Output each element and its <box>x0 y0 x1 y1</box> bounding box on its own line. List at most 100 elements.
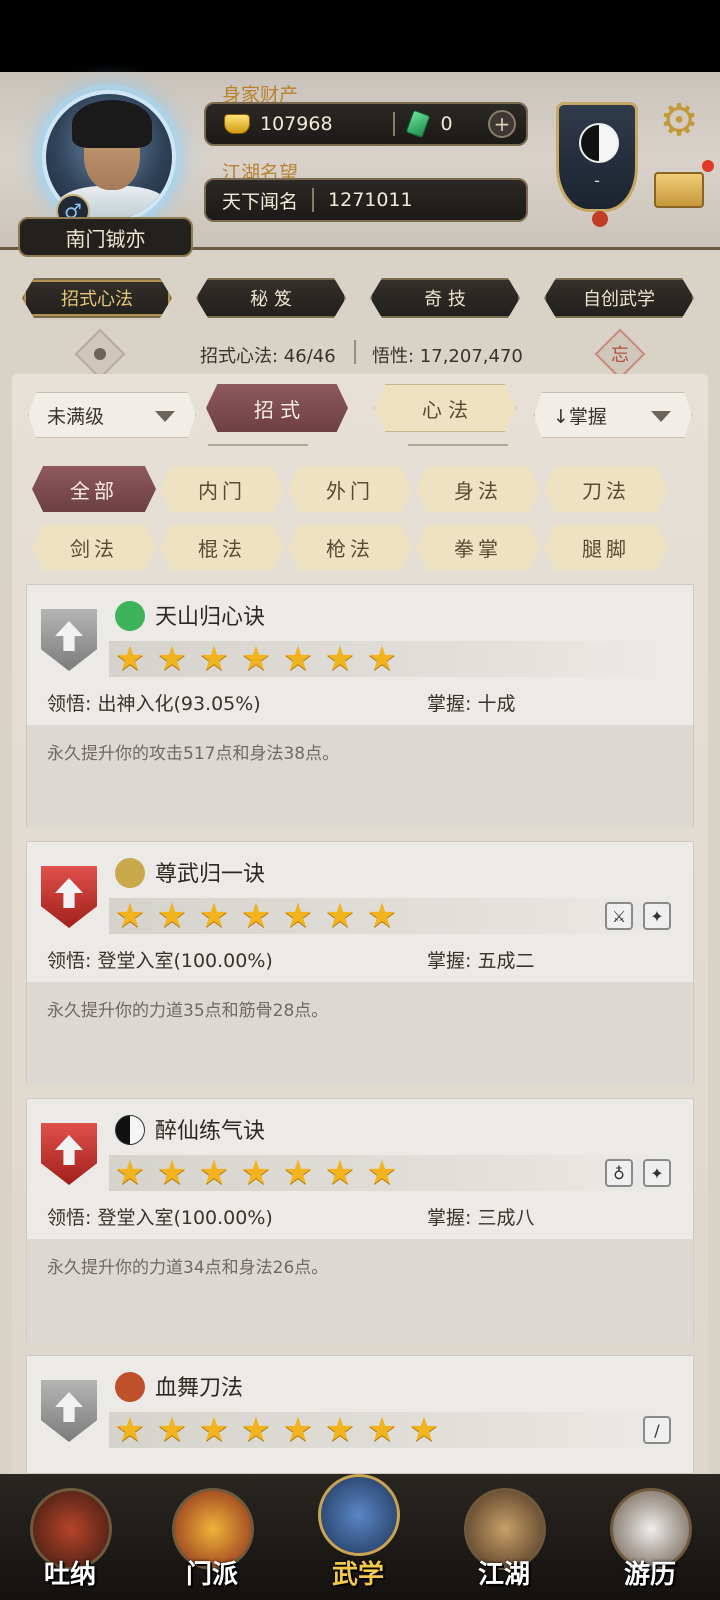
nav-sect[interactable]: 门派 <box>166 1488 258 1592</box>
level-filter-value: 未满级 <box>47 405 105 428</box>
star-icon: ★ <box>324 639 356 679</box>
category-sword[interactable]: 剑法 <box>32 524 156 570</box>
star-icon: ★ <box>282 1153 314 1193</box>
star-icon: ★ <box>156 1153 188 1193</box>
star-icon: ★ <box>282 896 314 936</box>
add-currency-button[interactable]: + <box>488 110 516 138</box>
skill-card[interactable]: 尊武归一诀 ★ ★ ★ ★ ★ ★ ★ ⚔ ✦ 领悟: 登堂入室(100.00%) 掌握: … <box>26 841 694 1086</box>
yin-yang-icon <box>115 1115 145 1145</box>
star-icon: ★ <box>282 639 314 679</box>
jade-icon <box>404 109 431 139</box>
level-filter-dropdown[interactable]: 未满级 <box>28 392 196 438</box>
mode-mind-button[interactable]: 心 法 <box>374 384 516 432</box>
nav-label: 游历 <box>623 1560 676 1590</box>
skill-name: 尊武归一诀 <box>155 862 266 887</box>
chevron-down-icon <box>155 411 175 422</box>
wealth-bar: 107968 0 + <box>204 102 528 146</box>
gold-ingot-icon <box>224 114 250 134</box>
tab-moves-mind[interactable]: 招式心法 <box>22 278 172 318</box>
nav-martial-arts[interactable]: 武学 <box>312 1474 404 1590</box>
eye-toggle-icon[interactable] <box>74 328 126 380</box>
skills-panel: 未满级 招 式 心 法 ↓掌握 全部 内门 外门 身法 刀法 剑法 棍法 枪法 … <box>12 374 708 1474</box>
comprehension-text: 领悟: 登堂入室(100.00%) <box>47 950 273 972</box>
star-icon: ★ <box>324 1153 356 1193</box>
category-blade[interactable]: 刀法 <box>544 466 668 512</box>
mail-icon[interactable] <box>654 172 704 208</box>
category-staff[interactable]: 棍法 <box>160 524 284 570</box>
star-icon: ★ <box>114 1410 146 1450</box>
star-icon: ★ <box>240 1410 272 1450</box>
martial-pose-icon: ⚔ <box>605 902 633 930</box>
star-icon: ★ <box>366 896 398 936</box>
star-icon: ★ <box>114 896 146 936</box>
star-icon: ★ <box>324 896 356 936</box>
nav-jianghu[interactable]: 江湖 <box>458 1488 550 1592</box>
star-icon: ★ <box>156 1410 188 1450</box>
status-bar <box>0 0 720 72</box>
nav-label: 门派 <box>185 1560 238 1590</box>
yin-yang-icon <box>579 123 619 163</box>
skill-type-icon <box>115 858 145 888</box>
star-icon: ★ <box>114 1153 146 1193</box>
mastery-text: 掌握: 十成 <box>427 693 516 715</box>
category-outer[interactable]: 外门 <box>288 466 412 512</box>
bottom-nav: 吐纳 门派 武学 江湖 游历 <box>0 1474 720 1600</box>
divider <box>392 112 395 136</box>
stats-row: 招式心法: 46/46 悟性: 17,207,470 忘 <box>0 328 720 380</box>
fame-value: 1271011 <box>328 189 413 211</box>
portrait-frame[interactable]: ♂ <box>18 84 196 234</box>
nav-travel[interactable]: 游历 <box>604 1488 696 1592</box>
notification-dot <box>702 160 714 172</box>
skill-name: 血舞刀法 <box>155 1376 244 1401</box>
tab-secret-manual[interactable]: 秘 笈 <box>196 278 346 318</box>
skill-description: 永久提升你的力道35点和筋骨28点。 <box>47 1001 329 1021</box>
sort-dropdown[interactable]: ↓掌握 <box>534 392 692 438</box>
player-header: ♂ 南门铖亦 身家财产 107968 0 + 江湖名望 天下闻名 1271011… <box>0 72 720 257</box>
star-icon: ★ <box>324 1410 356 1450</box>
star-icon: ★ <box>366 1153 398 1193</box>
skill-card[interactable]: 血舞刀法 ★ ★ ★ ★ ★ ★ ★ ★ / <box>26 1355 694 1474</box>
kick-pose-icon: ✦ <box>643 902 671 930</box>
star-icon: ★ <box>240 1153 272 1193</box>
category-inner[interactable]: 内门 <box>160 466 284 512</box>
divider <box>208 444 308 446</box>
skill-name: 醉仙练气诀 <box>155 1119 266 1144</box>
star-icon: ★ <box>282 1410 314 1450</box>
tab-special-skills[interactable]: 奇 技 <box>370 278 520 318</box>
blade-icon: / <box>643 1416 671 1444</box>
star-icon: ★ <box>198 1153 230 1193</box>
star-icon: ★ <box>198 639 230 679</box>
forget-button[interactable]: 忘 <box>594 328 646 380</box>
tab-custom-martial[interactable]: 自创武学 <box>544 278 694 318</box>
settings-gear-icon[interactable]: ⚙ <box>654 96 704 146</box>
skill-description: 永久提升你的力道34点和身法26点。 <box>47 1258 329 1278</box>
category-leg[interactable]: 腿脚 <box>544 524 668 570</box>
star-icon: ★ <box>198 896 230 936</box>
insight-value: 悟性: 17,207,470 <box>372 346 523 367</box>
nav-meditate[interactable]: 吐纳 <box>24 1488 116 1592</box>
rank-shield-icon <box>41 866 97 928</box>
star-rating: ★ ★ ★ ★ ★ ★ ★ <box>109 641 669 677</box>
skill-card[interactable]: 醉仙练气诀 ★ ★ ★ ★ ★ ★ ★ ♁ ✦ 领悟: 登堂入室(100.00%) 掌握: … <box>26 1098 694 1343</box>
sect-emblem[interactable]: - <box>556 102 638 227</box>
player-name: 南门铖亦 <box>18 217 193 257</box>
skill-name: 天山归心诀 <box>155 605 266 630</box>
category-fist[interactable]: 拳掌 <box>416 524 540 570</box>
star-icon: ★ <box>156 639 188 679</box>
tassel-icon <box>592 211 608 227</box>
skill-type-icon <box>115 601 145 631</box>
star-rating: ★ ★ ★ ★ ★ ★ ★ ★ <box>109 1412 669 1448</box>
category-all[interactable]: 全部 <box>32 466 156 512</box>
category-spear[interactable]: 枪法 <box>288 524 412 570</box>
star-rating: ★ ★ ★ ★ ★ ★ ★ <box>109 1155 669 1191</box>
moves-count: 招式心法: 46/46 <box>200 346 336 367</box>
rank-shield-icon <box>41 609 97 671</box>
top-tabs: 招式心法 秘 笈 奇 技 自创武学 <box>0 270 720 320</box>
nav-label: 江湖 <box>477 1560 530 1590</box>
category-movement[interactable]: 身法 <box>416 466 540 512</box>
star-rating: ★ ★ ★ ★ ★ ★ ★ <box>109 898 669 934</box>
fame-title: 天下闻名 <box>222 190 299 213</box>
mode-moves-button[interactable]: 招 式 <box>206 384 348 432</box>
nav-label: 吐纳 <box>43 1560 96 1590</box>
skill-card[interactable]: 天山归心诀 ★ ★ ★ ★ ★ ★ ★ 领悟: 出神入化(93.05%) 掌握: 十成 永久… <box>26 584 694 829</box>
